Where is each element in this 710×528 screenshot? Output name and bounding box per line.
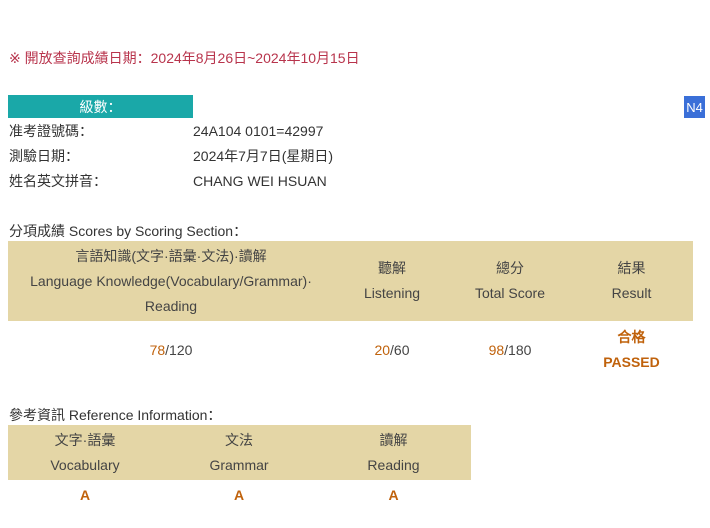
level-label: 級數：: [8, 95, 193, 118]
score-value: 20: [374, 341, 391, 358]
header-en-line2: Reading: [144, 297, 198, 314]
header-grammar: 文法 Grammar: [162, 425, 316, 480]
header-result: 結果 Result: [570, 241, 693, 321]
result-cell: 合格 PASSED: [570, 321, 693, 378]
info-label: 測驗日期：: [9, 148, 79, 164]
header-zh: 聽解: [378, 260, 406, 276]
header-en: Grammar: [209, 456, 269, 473]
reference-header-row: 文字·語彙 Vocabulary 文法 Grammar 讀解 Reading: [8, 425, 471, 480]
info-row-test-date: 測驗日期： 2024年7月7日(星期日): [9, 145, 333, 167]
info-row-name: 姓名英文拼音： CHANG WEI HSUAN: [9, 170, 327, 192]
scores-value-row: 78/120 20/60 98/180 合格 PASSED: [8, 321, 693, 378]
score-total: 98/180: [450, 321, 570, 378]
info-value: 24A104 0101=42997: [193, 123, 324, 139]
header-en: Reading: [367, 456, 420, 473]
header-language-knowledge: 言語知識(文字·語彙·文法)·讀解 Language Knowledge(Voc…: [8, 241, 334, 321]
header-en: Language Knowledge(Vocabulary/Grammar)·: [30, 272, 312, 289]
score-value: 78: [149, 341, 166, 358]
score-language-knowledge: 78/120: [8, 321, 334, 378]
reference-table: 文字·語彙 Vocabulary 文法 Grammar 讀解 Reading A…: [8, 425, 471, 510]
score-listening: 20/60: [334, 321, 450, 378]
score-max: /60: [390, 341, 410, 358]
header-listening: 聽解 Listening: [334, 241, 450, 321]
result-en: PASSED: [603, 353, 660, 370]
reference-grade-row: A A A: [8, 480, 471, 510]
header-en: Result: [611, 285, 652, 301]
result-zh: 合格: [617, 328, 646, 345]
info-label: 准考證號碼：: [9, 123, 93, 139]
header-total-score: 總分 Total Score: [450, 241, 570, 321]
query-period-notice: ※ 開放查詢成績日期：2024年8月26日~2024年10月15日: [9, 50, 360, 66]
header-zh: 文法: [225, 431, 253, 448]
info-value: CHANG WEI HSUAN: [193, 173, 327, 189]
scores-table: 言語知識(文字·語彙·文法)·讀解 Language Knowledge(Voc…: [8, 241, 693, 378]
header-en: Total Score: [474, 285, 546, 301]
level-badge: N4: [684, 96, 705, 118]
reference-section-title: 參考資訊 Reference Information：: [9, 407, 222, 423]
header-zh: 讀解: [379, 431, 408, 448]
score-max: /180: [504, 341, 532, 358]
info-value: 2024年7月7日(星期日): [193, 148, 334, 164]
header-vocabulary: 文字·語彙 Vocabulary: [8, 425, 162, 480]
score-max: /120: [165, 341, 193, 358]
header-zh: 文字·語彙: [54, 431, 116, 448]
header-en: Listening: [363, 285, 421, 301]
scores-section-title: 分項成績 Scores by Scoring Section：: [9, 223, 248, 239]
info-label: 姓名英文拼音：: [9, 173, 107, 189]
header-zh: 言語知識(文字·語彙·文法)·讀解: [75, 247, 267, 264]
score-value: 98: [488, 341, 505, 358]
header-reading: 讀解 Reading: [316, 425, 471, 480]
grade-grammar: A: [233, 487, 245, 503]
grade-vocabulary: A: [79, 487, 91, 503]
header-zh: 結果: [617, 260, 646, 276]
header-zh: 總分: [496, 260, 524, 276]
grade-reading: A: [388, 487, 399, 503]
scores-header-row: 言語知識(文字·語彙·文法)·讀解 Language Knowledge(Voc…: [8, 241, 693, 321]
info-row-admission-number: 准考證號碼： 24A104 0101=42997: [9, 120, 323, 142]
header-en: Vocabulary: [50, 456, 120, 473]
